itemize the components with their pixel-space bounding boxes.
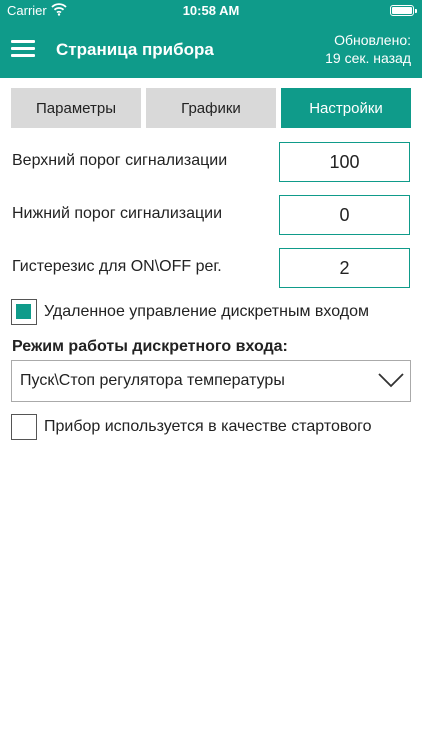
upper-threshold-input[interactable]	[279, 142, 410, 182]
discrete-mode-value: Пуск\Стоп регулятора температуры	[20, 372, 285, 389]
starter-device-label: Прибор используется в качестве стартовог…	[44, 418, 372, 435]
battery-icon	[390, 5, 417, 16]
hamburger-menu-icon[interactable]	[11, 39, 35, 59]
update-status: Обновлено: 19 сек. назад	[325, 31, 411, 67]
update-status-label: Обновлено:	[334, 32, 411, 48]
wifi-icon	[51, 3, 67, 16]
discrete-mode-select[interactable]: Пуск\Стоп регулятора температуры	[11, 360, 411, 402]
remote-control-label: Удаленное управление дискретным входом	[44, 303, 369, 320]
hysteresis-label: Гистерезис для ON\OFF рег.	[12, 258, 222, 275]
update-status-time: 19 сек. назад	[325, 50, 411, 66]
tab-bar: Параметры Графики Настройки	[11, 88, 411, 128]
tab-parameters[interactable]: Параметры	[11, 88, 141, 128]
starter-device-checkbox[interactable]	[11, 414, 37, 440]
app-header: Страница прибора Обновлено: 19 сек. наза…	[0, 22, 422, 78]
lower-threshold-input[interactable]	[279, 195, 410, 235]
status-bar: Carrier 10:58 AM	[0, 0, 422, 22]
discrete-mode-title: Режим работы дискретного входа:	[12, 338, 288, 355]
lower-threshold-label: Нижний порог сигнализации	[12, 205, 223, 222]
remote-control-checkbox[interactable]	[11, 299, 37, 325]
tab-charts[interactable]: Графики	[146, 88, 276, 128]
hysteresis-input[interactable]	[279, 248, 410, 288]
tab-settings[interactable]: Настройки	[281, 88, 411, 128]
carrier-label: Carrier	[7, 3, 47, 18]
page-title: Страница прибора	[56, 40, 214, 59]
chevron-down-icon	[378, 373, 404, 388]
upper-threshold-label: Верхний порог сигнализации	[12, 152, 228, 169]
